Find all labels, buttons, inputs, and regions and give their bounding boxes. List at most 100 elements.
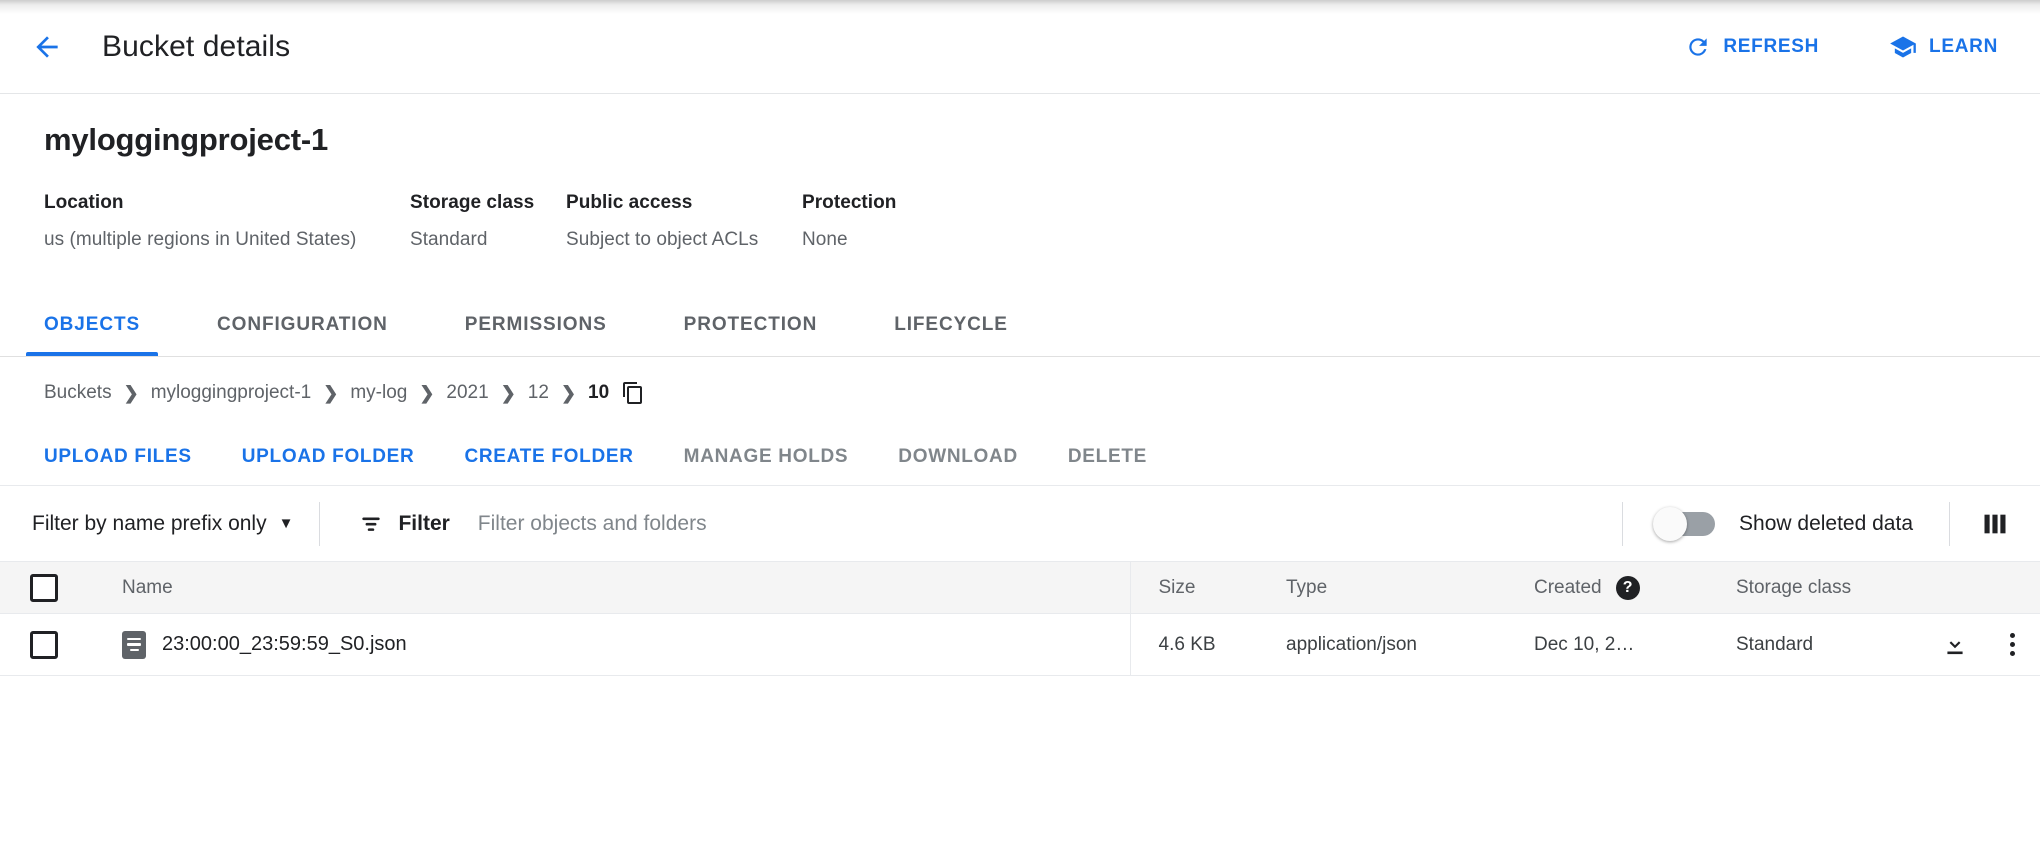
manage-holds-button: MANAGE HOLDS — [684, 440, 849, 474]
breadcrumb-separator-icon: ❯ — [124, 383, 139, 404]
page-title: Bucket details — [102, 30, 290, 64]
row-checkbox[interactable] — [30, 631, 58, 659]
page-header: Bucket details REFRESH LEARN — [0, 0, 2040, 94]
download-button: DOWNLOAD — [898, 440, 1018, 474]
column-header-storage-class[interactable]: Storage class — [1708, 562, 1926, 614]
breadcrumb-item-12[interactable]: 12 — [528, 382, 549, 404]
breadcrumb-separator-icon: ❯ — [561, 383, 576, 404]
tab-permissions[interactable]: PERMISSIONS — [465, 314, 607, 356]
column-header-storage-class-label: Storage class — [1708, 577, 1926, 599]
column-header-name[interactable]: Name — [92, 562, 1130, 614]
toggle-knob — [1653, 507, 1687, 541]
refresh-label: REFRESH — [1723, 36, 1819, 58]
meta-location-label: Location — [44, 192, 410, 214]
filter-bar-right: Show deleted data — [1622, 486, 2040, 561]
breadcrumb-item-myloggingproject-1[interactable]: myloggingproject-1 — [151, 382, 312, 404]
bucket-name: myloggingproject-1 — [44, 122, 2040, 158]
column-header-type[interactable]: Type — [1258, 562, 1506, 614]
meta-protection: Protection None — [802, 192, 1002, 251]
object-created: Dec 10, 2… — [1506, 634, 1708, 656]
column-header-actions — [1984, 562, 2040, 614]
upload-folder-button[interactable]: UPLOAD FOLDER — [242, 440, 415, 474]
breadcrumb-item-buckets[interactable]: Buckets — [44, 382, 112, 404]
objects-table-body: 23:00:00_23:59:59_S0.json 4.6 KB applica… — [0, 614, 2040, 676]
tab-configuration[interactable]: CONFIGURATION — [217, 314, 388, 356]
breadcrumb-item-my-log[interactable]: my-log — [350, 382, 407, 404]
row-download-cell — [1926, 614, 1984, 676]
filter-list-icon[interactable] — [358, 511, 384, 537]
download-icon[interactable] — [1926, 632, 1984, 658]
select-all-header — [0, 562, 92, 614]
filter-input[interactable] — [476, 511, 1036, 537]
tab-bar: OBJECTS CONFIGURATION PERMISSIONS PROTEC… — [0, 295, 2040, 357]
row-type-cell: application/json — [1258, 614, 1506, 676]
breadcrumb: Buckets ❯ myloggingproject-1 ❯ my-log ❯ … — [0, 357, 2040, 429]
object-name-link[interactable]: 23:00:00_23:59:59_S0.json — [162, 633, 407, 656]
column-header-name-label: Name — [92, 577, 1130, 599]
meta-location: Location us (multiple regions in United … — [44, 192, 410, 251]
refresh-button[interactable]: REFRESH — [1671, 24, 1833, 70]
breadcrumb-separator-icon: ❯ — [501, 383, 516, 404]
filter-bar: Filter by name prefix only ▼ Filter Show… — [0, 485, 2040, 561]
back-button[interactable] — [22, 22, 72, 72]
object-type: application/json — [1258, 634, 1506, 656]
breadcrumb-item-2021[interactable]: 2021 — [446, 382, 488, 404]
tab-protection[interactable]: PROTECTION — [684, 314, 818, 356]
meta-storage-class: Storage class Standard — [410, 192, 566, 251]
objects-table: Name Size Type Created ? Storage class — [0, 561, 2040, 676]
refresh-icon — [1685, 34, 1711, 60]
bucket-summary: myloggingproject-1 Location us (multiple… — [0, 94, 2040, 251]
json-file-icon — [122, 631, 146, 659]
tab-objects[interactable]: OBJECTS — [44, 314, 140, 356]
bucket-metadata: Location us (multiple regions in United … — [44, 192, 2040, 251]
breadcrumb-separator-icon: ❯ — [323, 383, 338, 404]
column-header-size[interactable]: Size — [1130, 562, 1258, 614]
filter-input-group: Filter — [320, 511, 1035, 537]
object-action-bar: UPLOAD FILES UPLOAD FOLDER CREATE FOLDER… — [0, 429, 2040, 485]
select-all-checkbox[interactable] — [30, 574, 58, 602]
create-folder-button[interactable]: CREATE FOLDER — [464, 440, 633, 474]
more-vert-icon[interactable] — [1984, 633, 2040, 656]
delete-button: DELETE — [1068, 440, 1147, 474]
row-actions-cell — [1984, 614, 2040, 676]
copy-icon[interactable] — [621, 381, 645, 405]
learn-button[interactable]: LEARN — [1875, 23, 2012, 71]
filter-mode-label: Filter by name prefix only — [32, 512, 267, 536]
object-storage-class: Standard — [1708, 634, 1926, 656]
column-settings-icon[interactable] — [1950, 510, 2040, 538]
meta-protection-value: None — [802, 229, 1002, 251]
row-name-cell: 23:00:00_23:59:59_S0.json — [92, 614, 1130, 676]
meta-location-value: us (multiple regions in United States) — [44, 229, 410, 251]
help-icon[interactable]: ? — [1616, 576, 1640, 600]
meta-storage-class-label: Storage class — [410, 192, 566, 214]
row-created-cell: Dec 10, 2… — [1506, 614, 1708, 676]
filter-mode-dropdown[interactable]: Filter by name prefix only ▼ — [32, 512, 319, 536]
upload-files-button[interactable]: UPLOAD FILES — [44, 440, 192, 474]
meta-public-access: Public access Subject to object ACLs — [566, 192, 802, 251]
column-header-download — [1926, 562, 1984, 614]
meta-public-access-label: Public access — [566, 192, 802, 214]
breadcrumb-separator-icon: ❯ — [419, 383, 434, 404]
tab-lifecycle[interactable]: LIFECYCLE — [894, 314, 1008, 356]
objects-table-head: Name Size Type Created ? Storage class — [0, 562, 2040, 614]
row-storage-class-cell: Standard — [1708, 614, 1926, 676]
row-select-cell — [0, 614, 92, 676]
breadcrumb-item-10: 10 — [588, 382, 609, 404]
meta-storage-class-value: Standard — [410, 229, 566, 251]
meta-public-access-value: Subject to object ACLs — [566, 229, 802, 251]
header-actions: REFRESH LEARN — [1629, 23, 2012, 71]
table-row[interactable]: 23:00:00_23:59:59_S0.json 4.6 KB applica… — [0, 614, 2040, 676]
column-header-created[interactable]: Created ? — [1506, 562, 1708, 614]
meta-protection-label: Protection — [802, 192, 1002, 214]
object-size: 4.6 KB — [1131, 634, 1259, 656]
table-header-row: Name Size Type Created ? Storage class — [0, 562, 2040, 614]
column-header-type-label: Type — [1258, 577, 1506, 599]
learn-label: LEARN — [1929, 36, 1998, 58]
chevron-down-icon: ▼ — [279, 515, 294, 532]
school-icon — [1889, 33, 1917, 61]
show-deleted-data-toggle[interactable] — [1653, 510, 1715, 538]
show-deleted-data-control[interactable]: Show deleted data — [1623, 510, 1949, 538]
filter-label: Filter — [398, 512, 449, 536]
column-header-created-label: Created — [1534, 577, 1602, 599]
row-size-cell: 4.6 KB — [1130, 614, 1258, 676]
